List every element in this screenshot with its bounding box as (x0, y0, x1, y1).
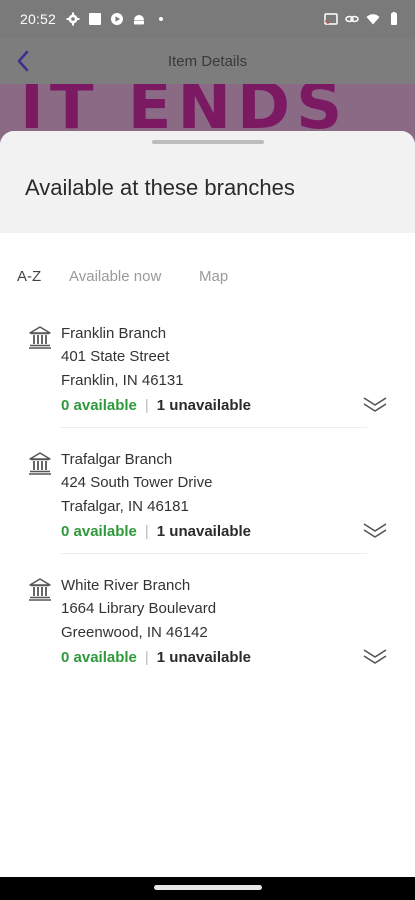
system-navigation-bar (0, 877, 415, 900)
media-icon (111, 13, 124, 25)
availability-row: 0 available | 1 unavailable (61, 523, 251, 540)
divider (61, 427, 367, 428)
unavailable-count: 1 unavailable (156, 649, 252, 666)
status-left-icons (66, 12, 168, 26)
link-icon (345, 15, 359, 23)
status-time: 20:52 (20, 11, 57, 27)
branch-name: White River Branch (61, 577, 191, 594)
branch-street: 401 State Street (61, 348, 170, 365)
android-icon (134, 15, 145, 25)
branch-city: Trafalgar, IN 46181 (61, 498, 189, 515)
status-bar: 20:52 (0, 0, 415, 38)
library-building-icon (29, 578, 51, 601)
dot-icon (159, 17, 164, 21)
battery-icon (391, 12, 397, 25)
sheet-header: Available at these branches (0, 131, 415, 233)
availability-separator: | (144, 649, 149, 666)
drag-handle[interactable] (152, 140, 264, 144)
tab-available-now[interactable]: Available now (69, 268, 161, 285)
gear-icon (66, 12, 80, 26)
availability-separator: | (144, 397, 149, 414)
branch-item[interactable]: Trafalgar Branch 424 South Tower Drive T… (0, 451, 415, 569)
cast-icon (324, 13, 338, 25)
unavailable-count: 1 unavailable (156, 523, 252, 540)
library-building-icon (29, 326, 51, 349)
page-title: Item Details (167, 52, 248, 70)
branch-street: 1664 Library Boulevard (61, 600, 217, 617)
available-count: 0 available (61, 397, 137, 414)
branch-item[interactable]: Franklin Branch 401 State Street Frankli… (0, 325, 415, 443)
branch-name: Trafalgar Branch (61, 451, 173, 468)
branch-street: 424 South Tower Drive (61, 474, 213, 491)
availability-separator: | (144, 523, 149, 540)
unavailable-count: 1 unavailable (156, 397, 252, 414)
branch-name: Franklin Branch (61, 325, 167, 342)
availability-row: 0 available | 1 unavailable (61, 649, 251, 666)
wifi-icon (366, 14, 380, 25)
home-gesture-pill[interactable] (154, 885, 262, 890)
divider (61, 553, 367, 554)
chevron-double-down-icon[interactable] (362, 394, 388, 416)
branch-item[interactable]: White River Branch 1664 Library Boulevar… (0, 577, 415, 695)
availability-row: 0 available | 1 unavailable (61, 397, 251, 414)
available-count: 0 available (61, 523, 137, 540)
chevron-double-down-icon[interactable] (362, 520, 388, 542)
available-count: 0 available (61, 649, 137, 666)
branch-city: Franklin, IN 46131 (61, 372, 184, 389)
chevron-left-icon[interactable] (14, 48, 34, 74)
chevron-double-down-icon[interactable] (362, 646, 388, 668)
app-bar: Item Details (0, 38, 415, 84)
library-building-icon (29, 452, 51, 475)
sort-tabs: A-Z Available now Map (0, 268, 415, 292)
branches-sheet: Available at these branches A-Z Availabl… (0, 131, 415, 877)
status-right-icons (324, 12, 401, 26)
tab-map[interactable]: Map (199, 268, 228, 285)
branch-city: Greenwood, IN 46142 (61, 624, 208, 641)
square-icon (89, 13, 102, 25)
tab-a-z[interactable]: A-Z (17, 268, 41, 285)
sheet-title: Available at these branches (25, 175, 295, 200)
